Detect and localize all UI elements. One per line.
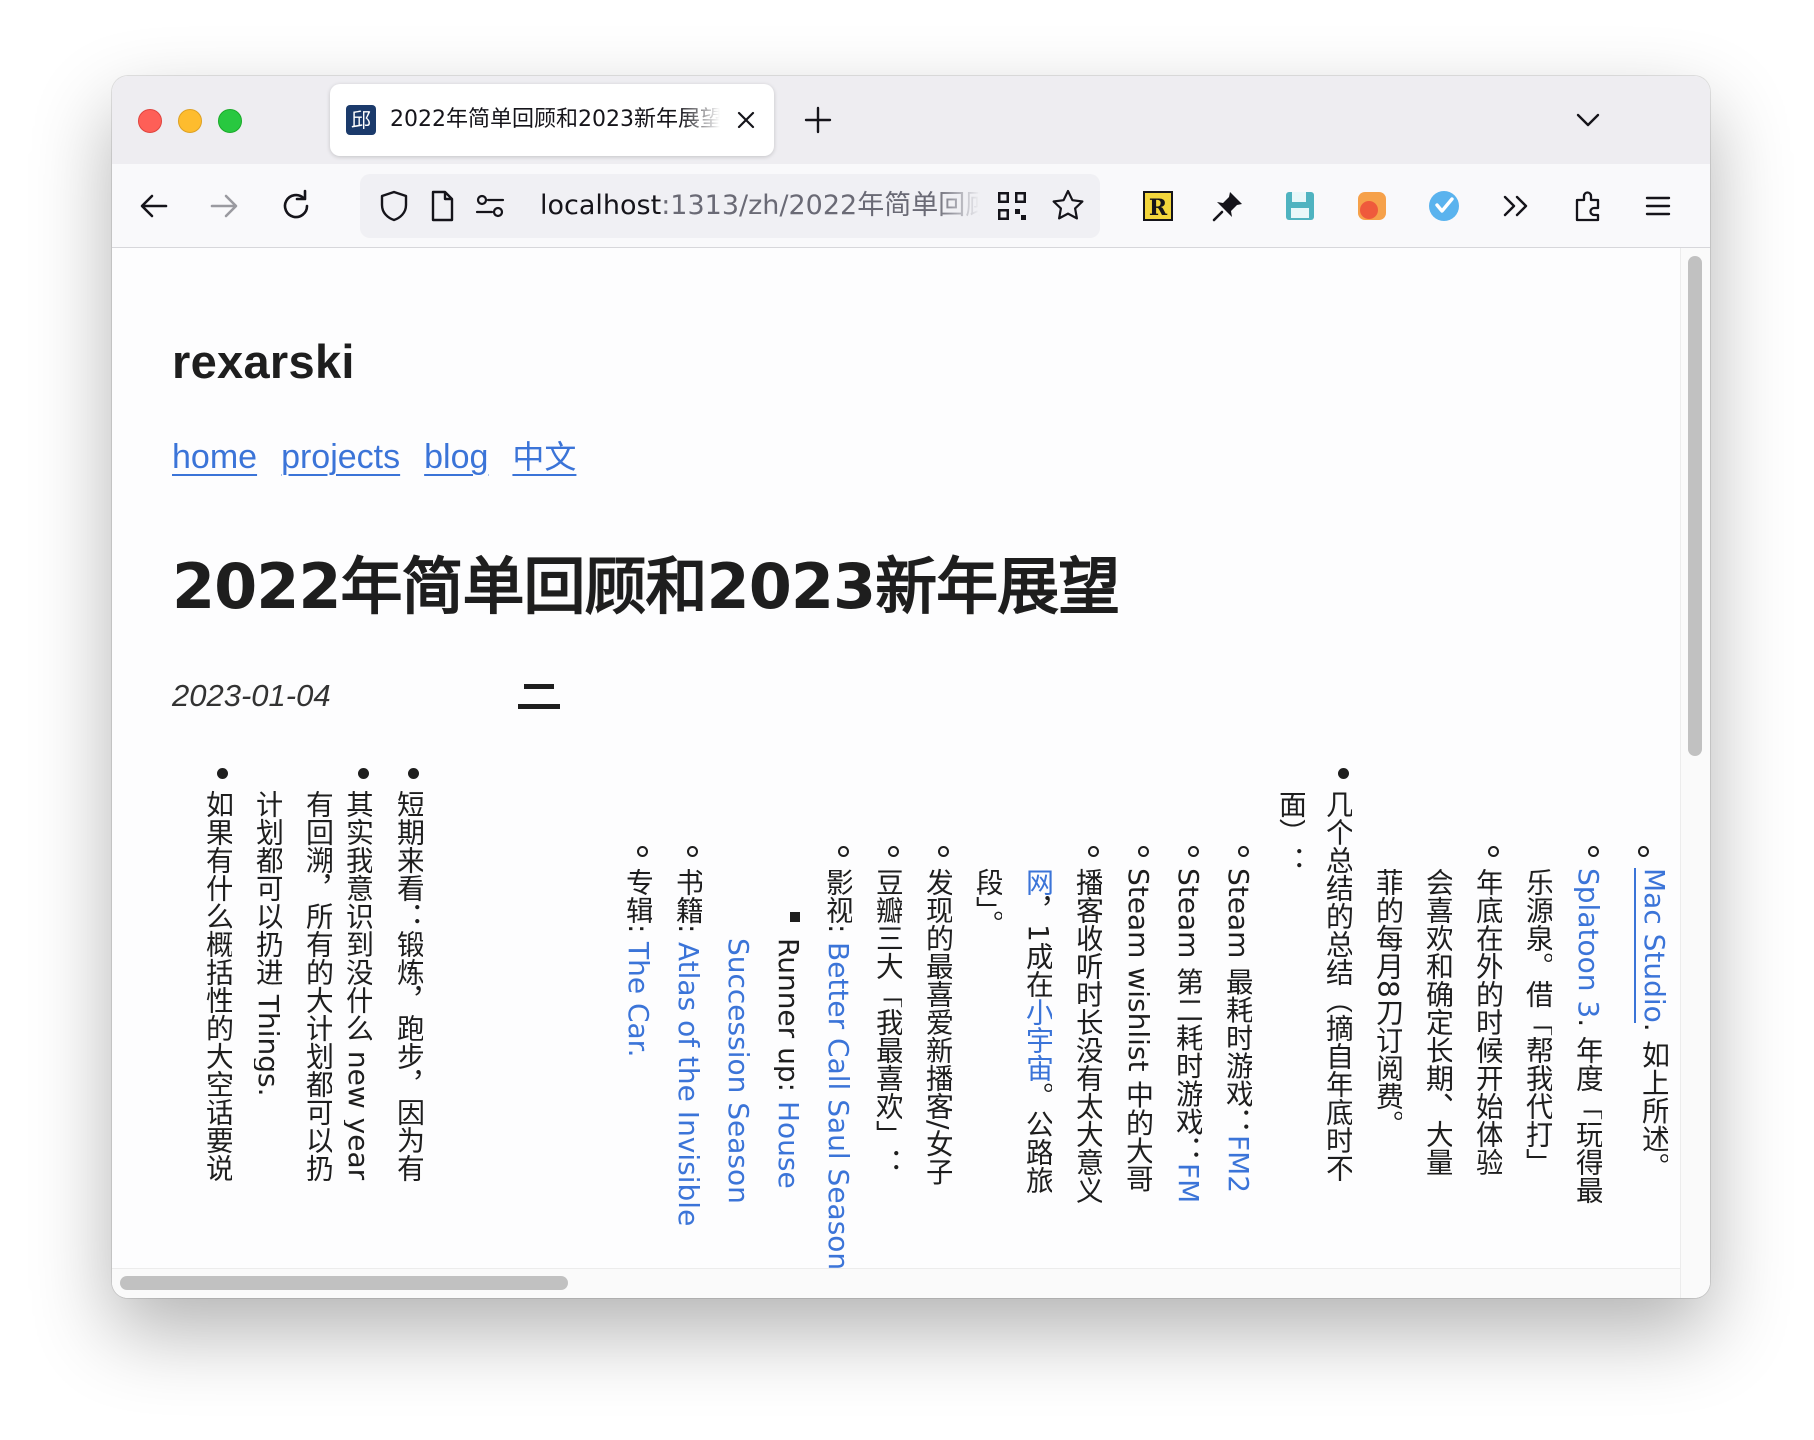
navigation-toolbar: localhost:1313/zh/2022年简单回顾和2023新年展望/ R [112,164,1710,248]
back-icon[interactable] [134,186,174,226]
save-extension-icon[interactable] [1280,186,1320,226]
nav-link-blog[interactable]: blog [424,438,488,476]
url-path: :1313/zh/2022年简单回顾和2023新年展望/ [661,190,980,221]
menu-icon[interactable] [1638,186,1678,226]
album-link[interactable]: The Car. [624,942,652,1058]
list-circle [938,846,949,857]
horizontal-scrollbar-thumb[interactable] [120,1276,568,1290]
list-circle [838,846,849,857]
new-tab-icon[interactable] [800,102,836,138]
vertical-item-tv: 影视: Better Call Saul Season [824,868,852,1268]
url-host: localhost [540,190,662,221]
vertical-line-listen-time: 播客收听时长没有太大意义 [1074,868,1102,1204]
list-circle [1638,846,1649,857]
nav-link-chinese[interactable]: 中文 [512,438,576,476]
section-heading-glyph [518,680,560,710]
readwise-extension-icon[interactable]: R [1138,186,1178,226]
better-call-saul-link[interactable]: Better Call Saul Season [824,942,852,1268]
vertical-line-5: 短期来看：锻炼，跑步，因为有 [395,790,423,1182]
vertical-line-4: 其实我意识到没什么 new year [344,790,372,1181]
forward-icon[interactable] [204,186,244,226]
vertical-item-steam-second: Steam 第二耗时游戏：FM [1174,868,1202,1268]
nav-link-home[interactable]: home [172,438,257,476]
vertical-line-duan: 段」。 [974,868,1002,938]
close-tab-icon[interactable] [730,104,762,136]
list-bullet [408,768,419,779]
chevron-down-icon[interactable] [1570,102,1606,138]
vertical-scrollbar-thumb[interactable] [1688,256,1702,756]
list-circle [1188,846,1199,857]
bookmark-star-icon[interactable] [1048,186,1088,226]
post-date: 2023-01-04 [172,678,331,713]
list-circle [1138,846,1149,857]
fm2-link[interactable]: FM2 [1224,1135,1252,1194]
vertical-line-subscription: 菲的每月8刀订阅费。 [1374,868,1402,1138]
list-square [790,912,800,922]
vertical-item-runner-up: Runner up: House [774,938,802,1268]
xiaoyuzhou-link[interactable]: 小宇宙 [1024,997,1052,1082]
overflow-icon[interactable] [1496,186,1536,226]
page-icon[interactable] [422,186,462,226]
vertical-line-2: 计划都可以扔进 Things. [254,790,282,1097]
site-title[interactable]: rexarski [172,334,355,389]
vertical-line-long-term: 会喜欢和确定长期、大量 [1424,868,1452,1176]
vertical-item-succession: Succession Season [724,938,752,1268]
extensions-icon[interactable] [1568,186,1608,226]
succession-link[interactable]: Succession Season [724,938,752,1204]
list-circle [1088,846,1099,857]
house-link[interactable]: House [774,1100,802,1189]
tab-bar: 邱 2022年简单回顾和2023新年展望 | rexarski [112,76,1710,164]
zoom-window-button[interactable] [218,109,242,133]
vertical-item-mac-studio: Mac Studio. 如上所述。 [1624,868,1668,1268]
blue-extension-icon[interactable] [1424,186,1464,226]
shield-icon[interactable] [374,186,414,226]
vertical-item-book: 书籍: Atlas of the Invisible [674,868,702,1268]
vertical-line-douban: 豆瓣三大「我最喜欢」： [874,868,902,1176]
list-circle [888,846,899,857]
minimize-window-button[interactable] [178,109,202,133]
splatoon-link[interactable]: Splatoon 3 [1574,868,1602,1019]
qr-code-icon[interactable] [994,188,1030,224]
close-window-button[interactable] [138,109,162,133]
browser-window: 邱 2022年简单回顾和2023新年展望 | rexarski [112,76,1710,1298]
pin-extension-icon[interactable] [1208,186,1248,226]
tab-title: 2022年简单回顾和2023新年展望 | rexarski [390,107,720,132]
list-bullet [217,768,228,779]
svg-text:R: R [1149,195,1168,221]
web-link[interactable]: 网 [1024,868,1052,896]
vertical-line-1: 如果有什么概括性的大空话要说 [204,790,232,1182]
active-tab[interactable]: 邱 2022年简单回顾和2023新年展望 | rexarski [330,84,774,156]
list-bullet [1338,768,1349,779]
book-link[interactable]: Atlas of the Invisible [674,942,702,1227]
post-title: 2022年简单回顾和2023新年展望 [172,550,1120,623]
vertical-line-wishlist: Steam wishlist 中的大哥 [1124,868,1152,1193]
list-circle [637,846,648,857]
site-favicon-icon: 邱 [346,105,376,135]
mac-studio-link[interactable]: Mac Studio [1634,868,1668,1023]
list-bullet [358,768,369,779]
page-content: rexarski home projects blog 中文 2022年简单回顾和20… [112,248,1710,1298]
list-circle [687,846,698,857]
permissions-icon[interactable] [470,186,510,226]
vertical-line-summary: 几个总结的总结（摘自年底时不 [1324,790,1352,1182]
list-circle [1588,846,1599,857]
vertical-item-splatoon: Splatoon 3. 年度「玩得最 [1574,868,1602,1268]
vertical-line-mian: 面）： [1277,790,1305,874]
reload-icon[interactable] [276,186,316,226]
vertical-line-year-end: 年底在外的时候开始体验 [1474,868,1502,1176]
orange-extension-icon[interactable] [1352,186,1392,226]
url-text[interactable]: localhost:1313/zh/2022年简单回顾和2023新年展望/ [540,174,980,238]
list-circle [1488,846,1499,857]
vertical-line-podcast: 发现的最喜爱新播客/女子 [924,868,952,1186]
nav-link-projects[interactable]: projects [281,438,400,476]
url-bar[interactable]: localhost:1313/zh/2022年简单回顾和2023新年展望/ [360,174,1100,238]
list-circle [1238,846,1249,857]
vertical-line-3: 有回溯，所有的大计划都可以扔 [304,790,332,1182]
vertical-line-joy: 乐源泉。借「帮我代打」 [1524,868,1552,1176]
fm-link[interactable]: FM [1174,1163,1202,1204]
vertical-item-xiaoyuzhou: 网，1成在小宇宙。公路旅 [1024,868,1052,1268]
site-nav: home projects blog 中文 [172,432,600,478]
vertical-item-album: 专辑: The Car. [624,868,652,1268]
vertical-item-steam-first: Steam 最耗时游戏：FM2 [1224,868,1252,1268]
